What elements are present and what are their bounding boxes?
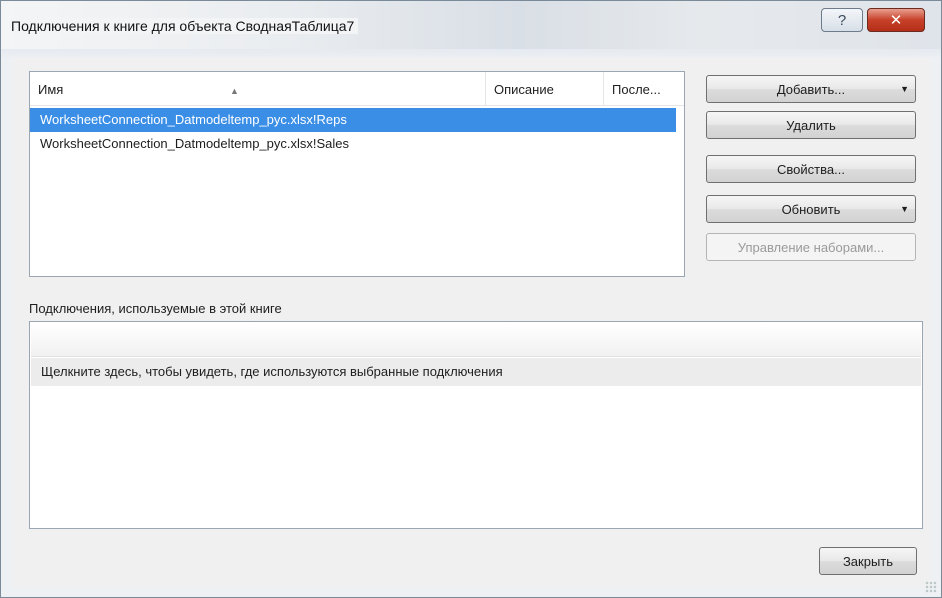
list-item-connection-sales[interactable]: WorksheetConnection_Datmodeltemp_pyc.xls…	[30, 132, 684, 156]
connection-name: WorksheetConnection_Datmodeltemp_pyc.xls…	[40, 136, 350, 151]
resize-grip-icon[interactable]	[925, 581, 937, 593]
dropdown-arrow-icon[interactable]: ▼	[900, 84, 909, 94]
add-button[interactable]: Добавить... ▼	[706, 75, 916, 103]
sort-ascending-icon: ▲	[230, 86, 239, 96]
close-icon: ✕	[889, 11, 903, 29]
column-header-description-label: Описание	[494, 82, 554, 97]
close-dialog-button[interactable]: Закрыть	[819, 547, 917, 575]
usage-header-strip	[31, 323, 921, 357]
remove-button-label: Удалить	[786, 117, 836, 133]
remove-button[interactable]: Удалить	[706, 111, 916, 139]
column-header-description[interactable]: Описание	[486, 72, 604, 106]
manage-sets-button[interactable]: Управление наборами...	[706, 233, 916, 261]
close-dialog-button-label: Закрыть	[842, 553, 894, 569]
column-header-last-refreshed-label: После...	[612, 82, 661, 97]
properties-button-label: Свойства...	[777, 161, 845, 177]
window-title: Подключения к книге для объекта СводнаяТ…	[11, 18, 359, 34]
help-button[interactable]: ?	[821, 8, 863, 32]
column-header-last-refreshed[interactable]: После...	[604, 72, 684, 106]
connections-list[interactable]: Имя ▲ Описание После... WorksheetConnect…	[29, 71, 685, 277]
list-header: Имя ▲ Описание После...	[30, 72, 684, 106]
list-item-connection-reps[interactable]: WorksheetConnection_Datmodeltemp_pyc.xls…	[30, 108, 676, 132]
show-usage-link[interactable]: Щелкните здесь, чтобы увидеть, где испол…	[31, 358, 921, 386]
refresh-button-label: Обновить	[781, 201, 841, 217]
help-icon: ?	[837, 11, 847, 29]
add-button-label: Добавить...	[776, 81, 846, 97]
properties-button[interactable]: Свойства...	[706, 155, 916, 183]
connection-name: WorksheetConnection_Datmodeltemp_pyc.xls…	[40, 112, 347, 127]
title-bar[interactable]: Подключения к книге для объекта СводнаяТ…	[1, 1, 941, 49]
refresh-button[interactable]: Обновить ▼	[706, 195, 916, 223]
dropdown-arrow-icon[interactable]: ▼	[900, 204, 909, 214]
dialog-body: Имя ▲ Описание После... WorksheetConnect…	[13, 57, 931, 587]
usage-panel[interactable]: Щелкните здесь, чтобы увидеть, где испол…	[29, 321, 923, 529]
usage-section-label: Подключения, используемые в этой книге	[29, 301, 282, 316]
column-header-name-label: Имя	[38, 82, 64, 97]
manage-sets-button-label: Управление наборами...	[737, 239, 885, 255]
column-header-name[interactable]: Имя ▲	[30, 72, 486, 106]
window-close-button[interactable]: ✕	[867, 8, 925, 32]
workbook-connections-dialog: Подключения к книге для объекта СводнаяТ…	[0, 0, 942, 598]
